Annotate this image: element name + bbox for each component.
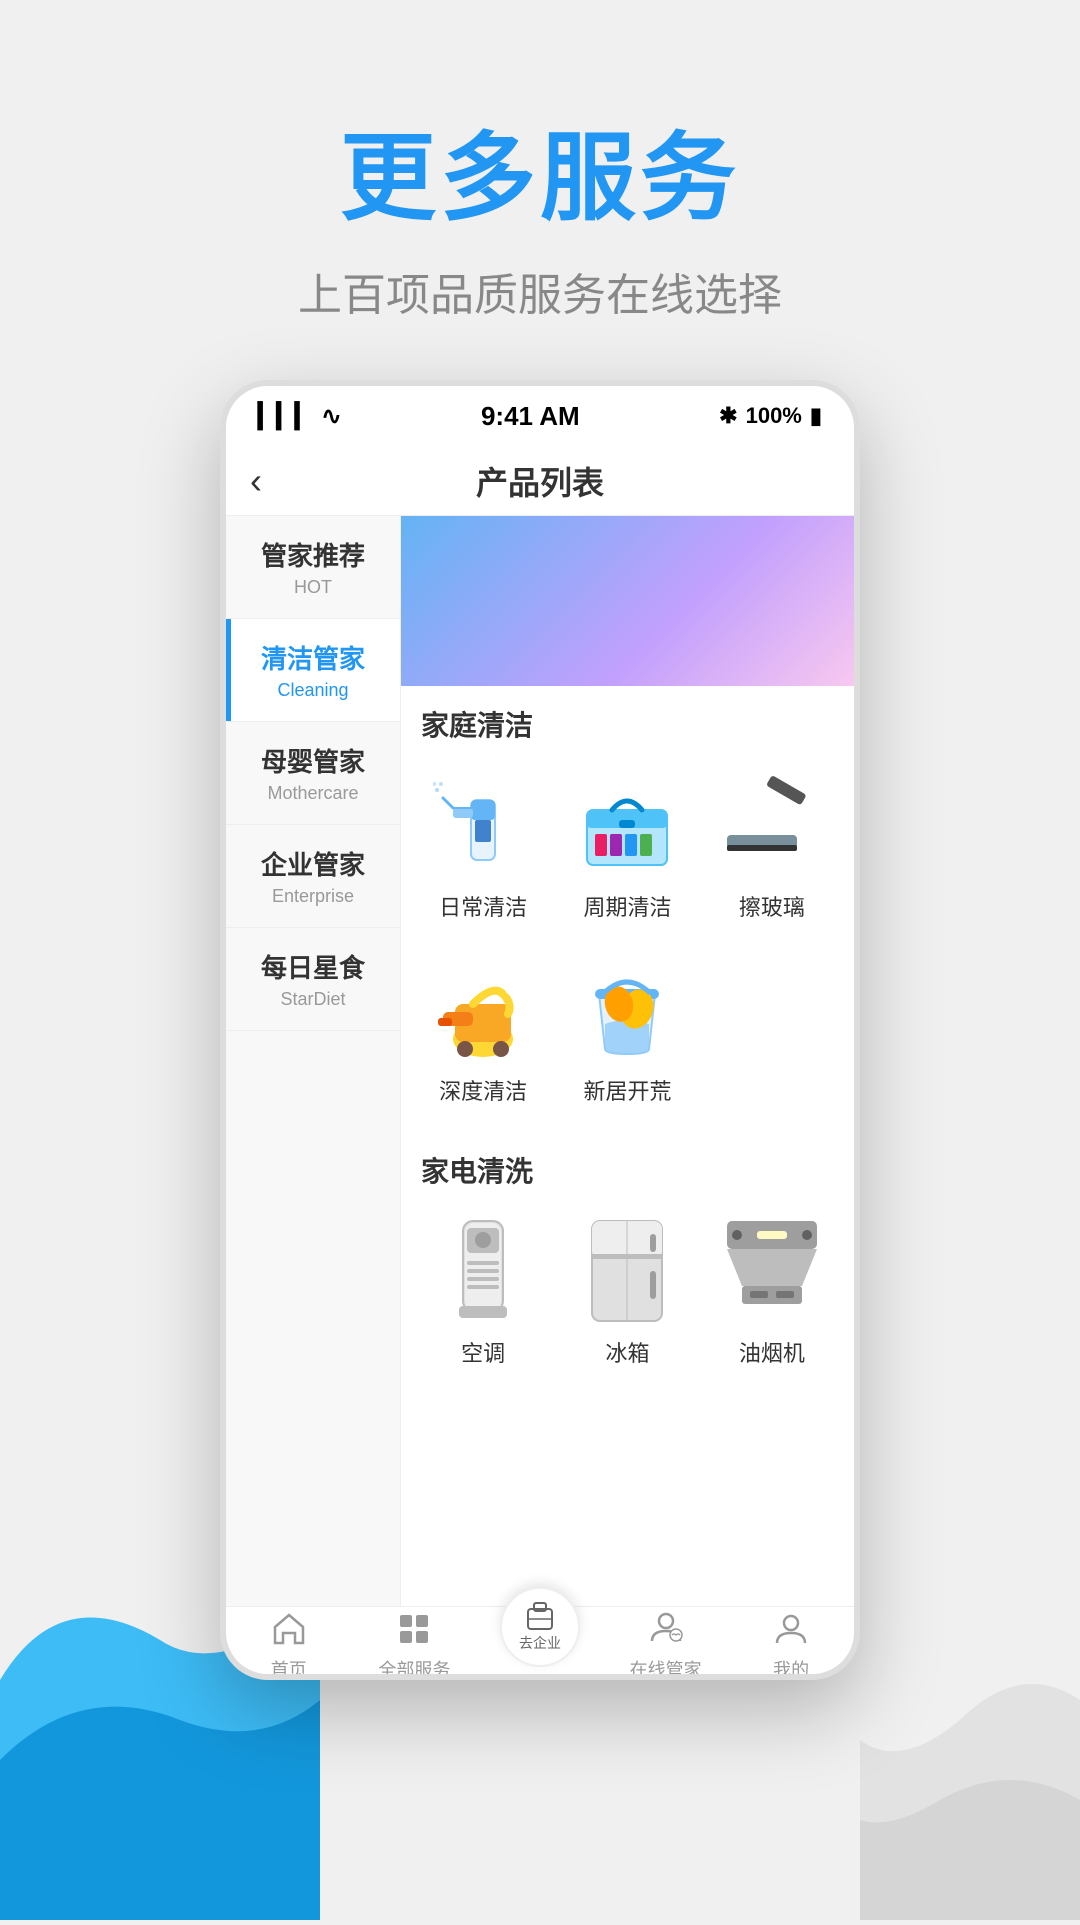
appliance-grid: 空调: [401, 1200, 854, 1394]
enterprise-label: 去企业: [519, 1633, 561, 1653]
section-title-home-cleaning: 家庭清洁: [401, 686, 854, 754]
battery-percent: 100%: [746, 403, 802, 429]
service-range-hood[interactable]: 油烟机: [700, 1200, 844, 1384]
sidebar-item-mothercare[interactable]: 母婴管家 Mothercare: [226, 722, 400, 825]
status-bar: ▎▎▎ ∿ 9:41 AM ✱ 100% ▮: [226, 386, 854, 446]
header-subtitle: 上百项品质服务在线选择: [0, 259, 1080, 323]
manager-icon: [648, 1611, 684, 1652]
battery-area: ✱ 100% ▮: [719, 403, 822, 429]
tab-profile[interactable]: 我的: [728, 1603, 854, 1680]
sidebar-item-guanjiatiujian[interactable]: 管家推荐 HOT: [226, 516, 400, 619]
daily-cleaning-icon: [428, 770, 538, 880]
header-title: 更多服务: [0, 100, 1080, 239]
sidebar-item-en: Cleaning: [238, 680, 388, 701]
range-hood-icon: [717, 1216, 827, 1326]
content-area: 管家推荐 HOT 清洁管家 Cleaning 母婴管家 Mothercare 企…: [226, 516, 854, 1606]
ac-icon: [428, 1216, 538, 1326]
sidebar-item-cleaning[interactable]: 清洁管家 Cleaning: [226, 619, 400, 722]
tab-manager[interactable]: 在线管家: [603, 1603, 729, 1680]
service-daily-cleaning[interactable]: 日常清洁: [411, 754, 555, 938]
home-icon: [271, 1611, 307, 1652]
header-section: 更多服务 上百项品质服务在线选择: [0, 100, 1080, 323]
tab-bar: 首页 全部服务 去企业: [226, 1606, 854, 1680]
sidebar-item-cn: 企业管家: [238, 845, 388, 882]
sidebar-item-cn: 每日星食: [238, 948, 388, 985]
sidebar: 管家推荐 HOT 清洁管家 Cleaning 母婴管家 Mothercare 企…: [226, 516, 401, 1606]
wifi-icon: ∿: [321, 402, 341, 431]
window-cleaning-icon: [717, 770, 827, 880]
deep-cleaning-icon: [428, 954, 538, 1064]
sidebar-item-enterprise[interactable]: 企业管家 Enterprise: [226, 825, 400, 928]
tab-home-label: 首页: [271, 1656, 307, 1680]
tab-enterprise[interactable]: 去企业: [477, 1599, 603, 1681]
back-button[interactable]: ‹: [250, 460, 262, 502]
sidebar-item-cn: 清洁管家: [238, 639, 388, 676]
tab-manager-label: 在线管家: [630, 1656, 702, 1680]
range-hood-label: 油烟机: [739, 1336, 805, 1368]
sidebar-item-en: Enterprise: [238, 886, 388, 907]
sidebar-item-en: Mothercare: [238, 783, 388, 804]
nav-bar: ‹ 产品列表: [226, 446, 854, 516]
deep-cleaning-label: 深度清洁: [439, 1074, 527, 1106]
signal-area: ▎▎▎ ∿: [258, 402, 341, 431]
window-cleaning-label: 擦玻璃: [739, 890, 805, 922]
periodic-cleaning-label: 周期清洁: [583, 890, 671, 922]
enterprise-button[interactable]: 去企业: [500, 1587, 580, 1667]
periodic-cleaning-icon: [572, 770, 682, 880]
main-content: 家庭清洁: [401, 516, 854, 1606]
service-periodic-cleaning[interactable]: 周期清洁: [555, 754, 699, 938]
tab-profile-label: 我的: [773, 1656, 809, 1680]
tab-services[interactable]: 全部服务: [352, 1603, 478, 1680]
tab-services-label: 全部服务: [378, 1656, 450, 1680]
sidebar-item-en: HOT: [238, 577, 388, 598]
service-window-cleaning[interactable]: 擦玻璃: [700, 754, 844, 938]
ac-label: 空调: [461, 1336, 505, 1368]
section-title-appliance: 家电清洗: [401, 1132, 854, 1200]
page-title: 产品列表: [476, 458, 604, 504]
new-home-icon: [572, 954, 682, 1064]
daily-cleaning-label: 日常清洁: [439, 890, 527, 922]
service-fridge[interactable]: 冰箱: [555, 1200, 699, 1384]
time-display: 9:41 AM: [481, 401, 580, 432]
new-home-label: 新居开荒: [583, 1074, 671, 1106]
services-icon: [396, 1611, 432, 1652]
bluetooth-icon: ✱: [719, 403, 737, 429]
wave-right: [860, 1600, 1080, 1920]
sidebar-item-cn: 母婴管家: [238, 742, 388, 779]
tab-home[interactable]: 首页: [226, 1603, 352, 1680]
service-ac[interactable]: 空调: [411, 1200, 555, 1384]
fridge-icon: [572, 1216, 682, 1326]
battery-icon: ▮: [810, 403, 822, 429]
signal-icon: ▎▎▎: [258, 402, 313, 431]
promo-banner: [401, 516, 854, 686]
sidebar-item-en: StarDiet: [238, 989, 388, 1010]
sidebar-item-stardiet[interactable]: 每日星食 StarDiet: [226, 928, 400, 1031]
service-new-home[interactable]: 新居开荒: [555, 938, 699, 1122]
phone-mockup: ▎▎▎ ∿ 9:41 AM ✱ 100% ▮ ‹ 产品列表 管家推荐 HOT 清…: [220, 380, 860, 1680]
profile-icon: [773, 1611, 809, 1652]
sidebar-item-cn: 管家推荐: [238, 536, 388, 573]
service-deep-cleaning[interactable]: 深度清洁: [411, 938, 555, 1122]
home-cleaning-grid: 日常清洁: [401, 754, 854, 1132]
fridge-label: 冰箱: [605, 1336, 649, 1368]
